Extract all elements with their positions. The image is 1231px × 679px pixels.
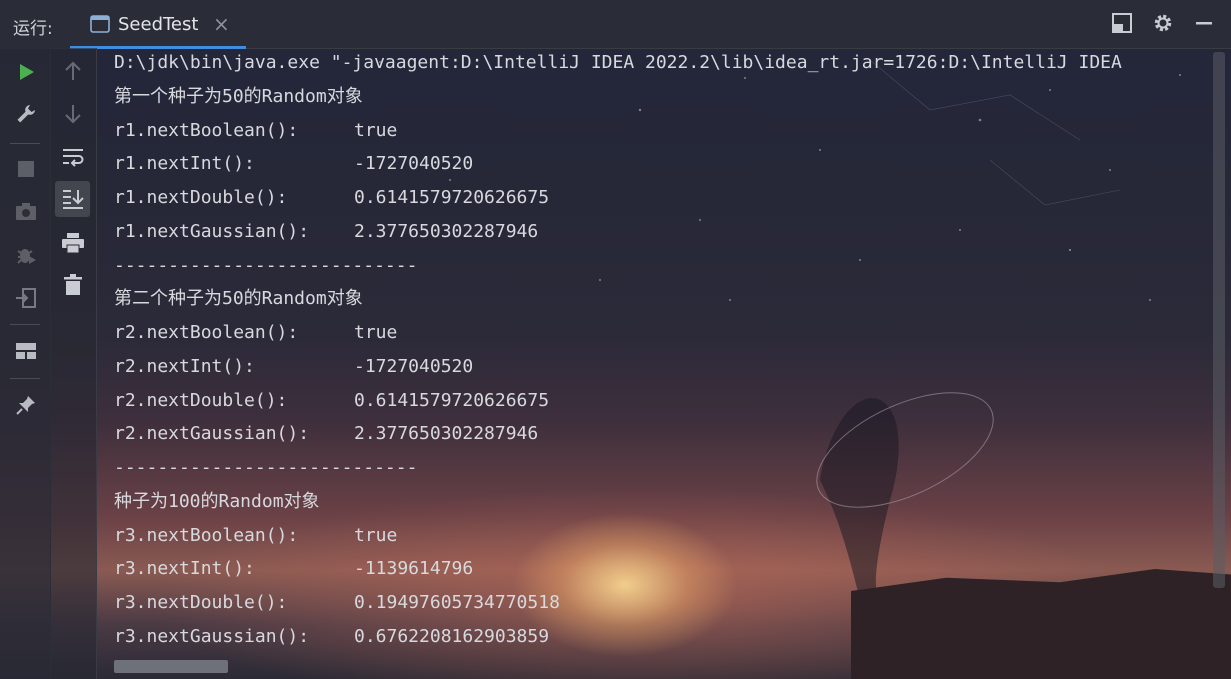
output-value: 0.6141579720626675 [354, 390, 550, 411]
run-tool-window-header: 运行: SeedTest × [0, 0, 1231, 49]
output-label: r3.nextInt(): [114, 558, 255, 579]
output-value: true [354, 120, 398, 141]
output-label: r1.nextInt(): [114, 153, 255, 174]
console-output[interactable]: D:\jdk\bin\java.exe "-javaagent:D:\Intel… [114, 52, 1227, 660]
arrow-down-icon[interactable] [62, 103, 84, 129]
console-divider: ---------------------------- [114, 457, 418, 478]
console-output-line: r2.nextGaussian(): 2.377650302287946 [114, 423, 538, 445]
output-value: 0.6141579720626675 [354, 187, 550, 208]
arrow-up-icon[interactable] [62, 60, 84, 86]
console-output-line: r3.nextBoolean(): true [114, 525, 397, 547]
output-label: r3.nextGaussian(): [114, 626, 310, 647]
print-icon[interactable] [61, 232, 85, 258]
soft-wrap-icon[interactable] [61, 146, 85, 172]
console-output-line: r1.nextInt(): -1727040520 [114, 153, 473, 175]
output-value: true [354, 322, 398, 343]
console-output-line: r2.nextDouble(): 0.6141579720626675 [114, 390, 549, 412]
console-output-line: r2.nextBoolean(): true [114, 322, 397, 344]
tab-label: SeedTest [118, 14, 199, 35]
output-value: 0.19497605734770518 [354, 592, 560, 613]
output-value: -1727040520 [354, 356, 474, 377]
separator [10, 143, 40, 144]
output-value: 2.377650302287946 [354, 221, 539, 242]
console-command-line: D:\jdk\bin\java.exe "-javaagent:D:\Intel… [114, 52, 1122, 73]
output-label: r1.nextBoolean(): [114, 120, 299, 141]
debug-icon[interactable] [15, 244, 37, 270]
separator [10, 324, 40, 325]
wrench-icon[interactable] [15, 103, 37, 129]
tab-close-icon[interactable]: × [213, 12, 230, 36]
scroll-to-end-icon[interactable] [55, 181, 90, 217]
output-value: true [354, 525, 398, 546]
tab-seedtest[interactable]: SeedTest × [70, 0, 246, 49]
login-icon[interactable] [15, 287, 37, 313]
console-section-header: 第二个种子为50的Random对象 [114, 288, 363, 309]
console-output-line: r1.nextBoolean(): true [114, 120, 397, 142]
separator [10, 378, 40, 379]
output-label: r3.nextDouble(): [114, 592, 288, 613]
console-output-line: r3.nextDouble(): 0.19497605734770518 [114, 592, 560, 614]
output-label: r2.nextInt(): [114, 356, 255, 377]
run-label: 运行: [13, 19, 53, 39]
pin-icon[interactable] [15, 394, 37, 420]
console-section-header: 种子为100的Random对象 [114, 491, 320, 512]
horizontal-scrollbar[interactable] [114, 660, 228, 673]
output-label: r1.nextGaussian(): [114, 221, 310, 242]
console-output-line: r1.nextGaussian(): 2.377650302287946 [114, 221, 538, 243]
output-value: 2.377650302287946 [354, 423, 539, 444]
console-output-line: r3.nextGaussian(): 0.6762208162903859 [114, 626, 549, 648]
console-window-icon [90, 15, 110, 37]
trash-icon[interactable] [63, 274, 83, 300]
layout-grid-icon[interactable] [15, 341, 37, 365]
console-section-header: 第一个种子为50的Random对象 [114, 86, 363, 107]
output-label: r3.nextBoolean(): [114, 525, 299, 546]
console-divider: ---------------------------- [114, 255, 418, 276]
output-label: r1.nextDouble(): [114, 187, 288, 208]
run-icon[interactable] [16, 62, 36, 86]
minimize-icon[interactable] [1193, 12, 1215, 38]
output-value: -1139614796 [354, 558, 474, 579]
output-label: r2.nextDouble(): [114, 390, 288, 411]
camera-icon[interactable] [15, 201, 37, 225]
output-value: 0.6762208162903859 [354, 626, 550, 647]
run-actions-toolbar [0, 48, 51, 679]
vertical-scrollbar[interactable] [1213, 52, 1225, 588]
output-value: -1727040520 [354, 153, 474, 174]
console-output-line: r3.nextInt(): -1139614796 [114, 558, 473, 580]
console-output-line: r1.nextDouble(): 0.6141579720626675 [114, 187, 549, 209]
console-output-line: r2.nextInt(): -1727040520 [114, 356, 473, 378]
stop-icon[interactable] [17, 160, 35, 182]
gear-icon[interactable] [1152, 12, 1174, 38]
output-label: r2.nextBoolean(): [114, 322, 299, 343]
layout-icon[interactable] [1111, 12, 1133, 38]
output-label: r2.nextGaussian(): [114, 423, 310, 444]
console-actions-toolbar [50, 48, 97, 679]
